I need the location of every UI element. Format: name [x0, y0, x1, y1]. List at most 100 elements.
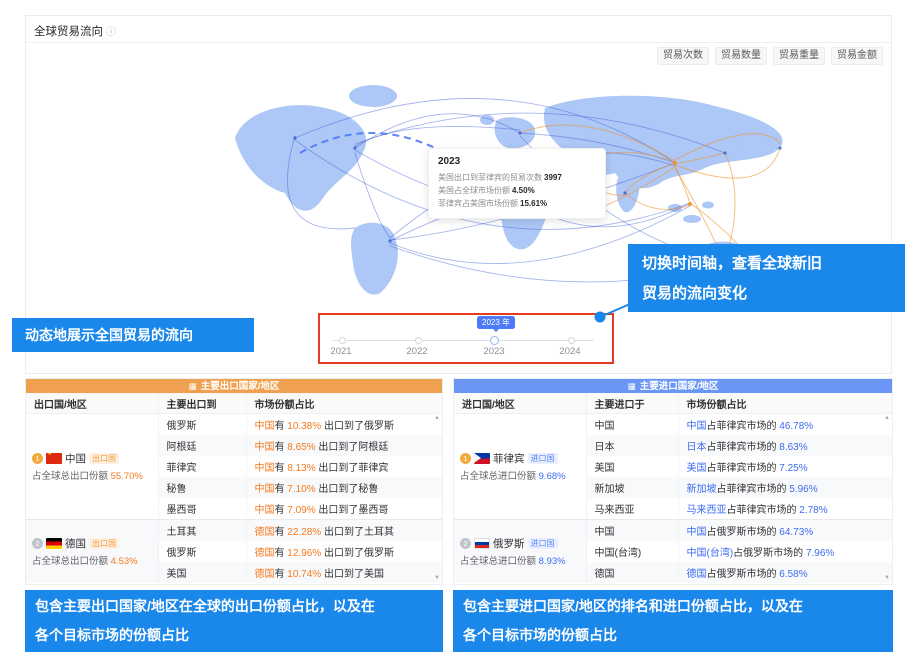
info-icon[interactable]: ⓘ	[106, 27, 116, 38]
global-share-line: 占全球总进口份额 8.93%	[460, 553, 586, 567]
partner-cell: 秘鲁	[158, 477, 246, 498]
timeline-tick[interactable]	[568, 337, 575, 344]
market-share-cell: 新加坡占菲律宾市场的 5.96%	[678, 477, 892, 498]
text-segment: 占菲律宾市场的	[717, 484, 790, 495]
share-percent: 8.13%	[287, 463, 315, 474]
text-segment: 出口到了秘鲁	[316, 484, 379, 495]
actor-name: 德国	[687, 569, 707, 580]
text-segment: 占俄罗斯市场的	[707, 569, 780, 580]
table-row[interactable]: 1菲律宾进口国占全球总进口份额 9.68%中国中国占菲律宾市场的 46.78%	[454, 414, 892, 436]
market-share-cell: 日本占菲律宾市场的 8.63%	[678, 435, 892, 456]
partner-cell: 中国	[586, 414, 678, 436]
annotation-export-table: 包含主要出口国家/地区在全球的出口份额占比，以及在 各个目标市场的份额占比	[25, 590, 443, 652]
text-segment: 有	[275, 484, 288, 495]
partner-cell: 俄罗斯	[158, 541, 246, 562]
timeline-year-label[interactable]: 2022	[406, 346, 427, 357]
text-segment: 出口到了俄罗斯	[321, 548, 394, 559]
tooltip-line: 美国占全球市场份额4.50%	[438, 184, 596, 197]
partner-cell: 阿根廷	[158, 435, 246, 456]
partner-cell: 俄罗斯	[158, 414, 246, 436]
text-segment: 出口到了美国	[321, 569, 384, 580]
country-cell: 1菲律宾进口国占全球总进口份额 9.68%	[454, 414, 586, 520]
text-segment: 有	[275, 569, 288, 580]
export-table-body: 出口国/地区主要出口到市场份额占比1★中国出口国占全球总出口份额 55.70%俄…	[26, 393, 442, 583]
share-label: 占全球总进口份额	[460, 471, 539, 482]
share-value: 55.70%	[111, 471, 143, 482]
actor-name: 中国	[687, 527, 707, 538]
share-label: 占全球总进口份额	[460, 556, 539, 567]
timeline-slider-handle[interactable]	[490, 336, 499, 345]
role-badge: 进口国	[528, 453, 558, 464]
table-row[interactable]: 1★中国出口国占全球总出口份额 55.70%俄罗斯中国有 10.38% 出口到了…	[26, 414, 442, 436]
share-percent: 22.28%	[287, 527, 321, 538]
country-name: 俄罗斯	[493, 536, 525, 551]
text-segment: 占菲律宾市场的	[707, 421, 780, 432]
share-percent: 7.25%	[779, 463, 807, 474]
share-percent: 7.96%	[806, 548, 834, 559]
partner-cell: 菲律宾	[158, 456, 246, 477]
tooltip-line: 菲律宾占美国市场份额15.61%	[438, 197, 596, 210]
actor-name: 中国	[255, 463, 275, 474]
tab-trade-amount[interactable]: 贸易金额	[831, 47, 883, 65]
share-percent: 6.58%	[779, 569, 807, 580]
market-share-cell: 中国(台湾)占俄罗斯市场的 7.96%	[678, 541, 892, 562]
timeline-year-label[interactable]: 2021	[330, 346, 351, 357]
scroll-up-icon[interactable]: ▲	[884, 415, 890, 421]
role-badge: 出口国	[89, 453, 119, 464]
actor-name: 新加坡	[687, 484, 717, 495]
country-cell: 2德国出口国占全球总出口份额 4.53%	[26, 520, 158, 584]
column-header: 市场份额占比	[246, 393, 442, 414]
metric-tab-group: 贸易次数 贸易数量 贸易重量 贸易金额	[657, 47, 883, 65]
actor-name: 中国(台湾)	[687, 548, 734, 559]
market-share-cell: 中国有 10.38% 出口到了俄罗斯	[246, 414, 442, 436]
market-share-cell: 德国有 12.96% 出口到了俄罗斯	[246, 541, 442, 562]
rank-2-medal-icon: 2	[460, 538, 471, 549]
timeline-tick[interactable]	[339, 337, 346, 344]
page: 全球贸易流向ⓘ 贸易次数 贸易数量 贸易重量 贸易金额	[0, 0, 913, 658]
flag-ph-icon	[474, 453, 490, 464]
tooltip-line: 美国出口到菲律宾的贸易次数3997	[438, 171, 596, 184]
partner-cell: 美国	[586, 456, 678, 477]
country-cell: 1★中国出口国占全球总出口份额 55.70%	[26, 414, 158, 520]
timeline-year-label[interactable]: 2023	[483, 346, 504, 357]
share-percent: 8.63%	[779, 442, 807, 453]
tab-trade-count[interactable]: 贸易次数	[657, 47, 709, 65]
share-label: 占全球总出口份额	[32, 556, 111, 567]
share-percent: 7.10%	[287, 484, 315, 495]
scroll-down-icon[interactable]: ▼	[884, 575, 890, 581]
partner-cell: 美国	[158, 562, 246, 583]
partner-cell: 墨西哥	[158, 498, 246, 520]
partner-cell: 德国	[586, 562, 678, 583]
text-segment: 有	[275, 421, 288, 432]
actor-name: 中国	[255, 505, 275, 516]
timeline-tick[interactable]	[415, 337, 422, 344]
page-title: 全球贸易流向ⓘ	[34, 23, 116, 39]
scroll-down-icon[interactable]: ▼	[434, 575, 440, 581]
text-segment: 占菲律宾市场的	[707, 463, 780, 474]
country-name: 中国	[65, 451, 86, 466]
actor-name: 中国	[687, 421, 707, 432]
share-value: 4.53%	[111, 556, 138, 567]
market-share-cell: 中国有 7.09% 出口到了墨西哥	[246, 498, 442, 520]
timeline-year-label[interactable]: 2024	[559, 346, 580, 357]
scroll-up-icon[interactable]: ▲	[434, 415, 440, 421]
partner-cell: 马来西亚	[586, 498, 678, 520]
tab-trade-quantity[interactable]: 贸易数量	[715, 47, 767, 65]
market-share-cell: 中国占俄罗斯市场的 64.73%	[678, 520, 892, 542]
text-segment: 出口到了菲律宾	[316, 463, 389, 474]
global-share-line: 占全球总出口份额 55.70%	[32, 468, 158, 482]
role-badge: 出口国	[89, 538, 119, 549]
partner-cell: 土耳其	[158, 520, 246, 542]
table-row[interactable]: 2俄罗斯进口国占全球总进口份额 8.93%中国中国占俄罗斯市场的 64.73%	[454, 520, 892, 542]
tab-trade-weight[interactable]: 贸易重量	[773, 47, 825, 65]
actor-name: 德国	[255, 569, 275, 580]
country-name: 菲律宾	[493, 451, 525, 466]
text-segment: 有	[275, 442, 288, 453]
timeline-track[interactable]	[332, 340, 594, 341]
text-segment: 有	[275, 548, 288, 559]
text-segment: 出口到了土耳其	[321, 527, 394, 538]
country-cell: 2俄罗斯进口国占全球总进口份额 8.93%	[454, 520, 586, 584]
text-segment: 有	[275, 527, 288, 538]
table-icon: ▦	[189, 381, 197, 391]
table-row[interactable]: 2德国出口国占全球总出口份额 4.53%土耳其德国有 22.28% 出口到了土耳…	[26, 520, 442, 542]
